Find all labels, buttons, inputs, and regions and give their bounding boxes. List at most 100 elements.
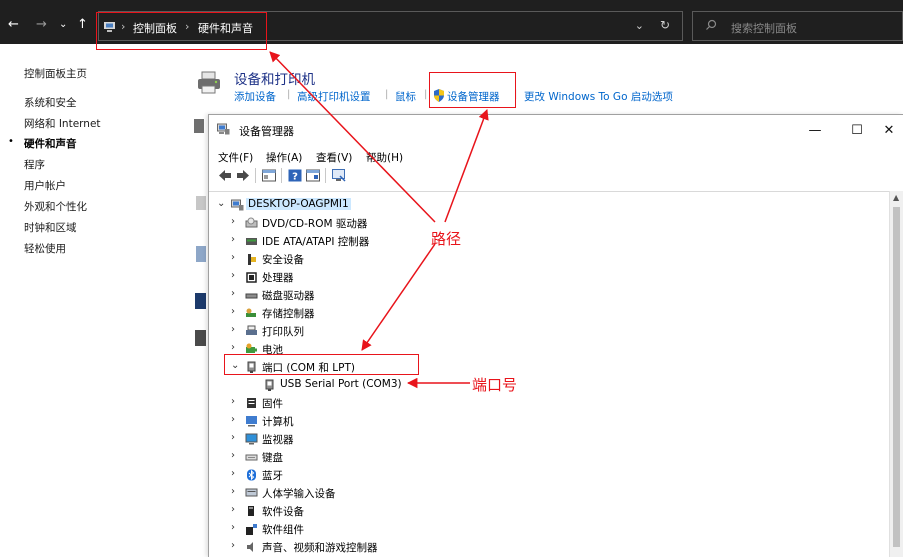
keyboard-icon	[245, 454, 258, 461]
expand-chevron-down-icon[interactable]: ⌄	[217, 198, 227, 209]
forward-arrow-icon[interactable]	[235, 168, 251, 183]
tree-category[interactable]: › 监视器	[231, 430, 869, 448]
nav-user-accounts[interactable]: 用户帐户	[24, 178, 66, 193]
add-device-link[interactable]: 添加设备	[234, 89, 276, 104]
expand-chevron-right-icon[interactable]: ›	[231, 486, 241, 497]
firmware-icon	[247, 398, 256, 408]
expand-chevron-right-icon[interactable]: ›	[231, 396, 241, 407]
nav-hardware-sound[interactable]: 硬件和声音	[24, 136, 77, 151]
expand-chevron-right-icon[interactable]: ›	[231, 414, 241, 425]
tree-category[interactable]: › IDE ATA/ATAPI 控制器	[231, 232, 869, 250]
expand-chevron-right-icon[interactable]: ›	[231, 450, 241, 461]
scan-hardware-icon[interactable]	[331, 168, 347, 183]
scrollbar-thumb[interactable]	[893, 207, 900, 547]
nav-programs[interactable]: 程序	[24, 157, 45, 172]
expand-chevron-right-icon[interactable]: ›	[231, 504, 241, 515]
scroll-up-icon[interactable]: ▲	[893, 193, 899, 202]
tree-category[interactable]: › 计算机	[231, 412, 869, 430]
toolbar: ?	[209, 165, 903, 187]
refresh-button[interactable]: ↻	[660, 18, 670, 32]
search-icon	[706, 19, 717, 30]
tree-root-computer[interactable]: ⌄ DESKTOP-OAGPMI1	[217, 196, 869, 214]
recent-locations-button[interactable]: ⌄	[59, 18, 67, 32]
expand-chevron-right-icon[interactable]: ›	[231, 324, 241, 335]
expand-chevron-right-icon[interactable]: ›	[231, 270, 241, 281]
annotation-box-device-manager-link	[429, 72, 516, 108]
windows-to-go-link[interactable]: 更改 Windows To Go 启动选项	[524, 89, 673, 104]
vertical-scrollbar[interactable]: ▲	[889, 191, 903, 557]
section-icon-partial	[195, 293, 206, 309]
expand-chevron-right-icon[interactable]: ›	[231, 234, 241, 245]
tree-item-label: 监视器	[262, 434, 294, 446]
maximize-button[interactable]: ☐	[835, 118, 879, 144]
expand-chevron-right-icon[interactable]: ›	[231, 540, 241, 551]
devices-printers-title[interactable]: 设备和打印机	[234, 68, 315, 88]
tree-item-label: IDE ATA/ATAPI 控制器	[262, 236, 370, 248]
toolbar-separator	[281, 168, 282, 183]
tree-category[interactable]: › 固件	[231, 394, 869, 412]
nav-network-internet[interactable]: 网络和 Internet	[24, 116, 101, 131]
mouse-link[interactable]: 鼠标	[395, 89, 416, 104]
tree-category[interactable]: › 磁盘驱动器	[231, 286, 869, 304]
link-separator: |	[424, 89, 428, 100]
nav-system-security[interactable]: 系统和安全	[24, 95, 77, 110]
expand-chevron-right-icon[interactable]: ›	[231, 468, 241, 479]
tree-category[interactable]: › 软件组件	[231, 520, 869, 538]
properties-icon[interactable]	[305, 168, 321, 183]
annotation-box-ports	[224, 354, 419, 375]
tree-category[interactable]: › DVD/CD-ROM 驱动器	[231, 214, 869, 232]
device-manager-title: 设备管理器	[239, 125, 294, 138]
tree-category[interactable]: › 存储控制器	[231, 304, 869, 322]
port-icon	[265, 379, 274, 391]
forward-button[interactable]: →	[36, 18, 47, 32]
expand-chevron-right-icon[interactable]: ›	[231, 342, 241, 353]
expand-chevron-right-icon[interactable]: ›	[231, 522, 241, 533]
minimize-button[interactable]: —	[793, 118, 837, 144]
tree-category[interactable]: › 安全设备	[231, 250, 869, 268]
tree-item-label: 声音、视频和游戏控制器	[262, 542, 378, 554]
tree-item-label: DVD/CD-ROM 驱动器	[262, 218, 368, 230]
nav-control-panel-home[interactable]: 控制面板主页	[24, 66, 87, 81]
tree-category[interactable]: › 打印队列	[231, 322, 869, 340]
menu-action[interactable]: 操作(A)	[266, 150, 302, 165]
expand-chevron-right-icon[interactable]: ›	[231, 432, 241, 443]
back-button[interactable]: ←	[8, 18, 19, 32]
computer-icon	[246, 416, 257, 427]
tree-item-label: 磁盘驱动器	[262, 290, 315, 302]
menu-view[interactable]: 查看(V)	[316, 150, 352, 165]
tree-item-label: 安全设备	[262, 254, 304, 266]
tree-item-label: 人体学输入设备	[262, 488, 336, 500]
back-arrow-icon[interactable]	[217, 168, 233, 183]
tree-category[interactable]: › 蓝牙	[231, 466, 869, 484]
tree-item-com-port[interactable]: USB Serial Port (COM3)	[249, 376, 869, 394]
menu-help[interactable]: 帮助(H)	[366, 150, 403, 165]
tree-category[interactable]: › 声音、视频和游戏控制器	[231, 538, 869, 556]
link-separator: |	[287, 89, 291, 100]
nav-ease-of-access[interactable]: 轻松使用	[24, 241, 66, 256]
up-button[interactable]: ↑	[77, 18, 88, 32]
help-icon[interactable]: ?	[287, 168, 303, 183]
annotation-port-label: 端口号	[472, 376, 518, 394]
link-separator: |	[385, 89, 389, 100]
tree-item-label: 软件设备	[262, 506, 304, 518]
search-input[interactable]: 搜索控制面板	[692, 11, 903, 41]
nav-clock-region[interactable]: 时钟和区域	[24, 220, 77, 235]
show-hide-console-tree-icon[interactable]	[261, 168, 277, 183]
close-button[interactable]: ✕	[874, 118, 903, 144]
expand-chevron-right-icon[interactable]: ›	[231, 306, 241, 317]
expand-chevron-right-icon[interactable]: ›	[231, 288, 241, 299]
address-dropdown-button[interactable]: ⌄	[635, 19, 644, 32]
advanced-printer-settings-link[interactable]: 高级打印机设置	[297, 89, 371, 104]
tree-item-label: DESKTOP-OAGPMI1	[246, 198, 351, 210]
menu-file[interactable]: 文件(F)	[218, 150, 253, 165]
nav-appearance[interactable]: 外观和个性化	[24, 199, 87, 214]
tree-category[interactable]: › 软件设备	[231, 502, 869, 520]
tree-category[interactable]: › 处理器	[231, 268, 869, 286]
expand-chevron-right-icon[interactable]: ›	[231, 252, 241, 263]
tree-category[interactable]: › 人体学输入设备	[231, 484, 869, 502]
tree-item-label: 打印队列	[262, 326, 304, 338]
tree-category[interactable]: › 键盘	[231, 448, 869, 466]
expand-chevron-right-icon[interactable]: ›	[231, 216, 241, 227]
tree-item-label: 计算机	[262, 416, 294, 428]
tree-item-label: 处理器	[262, 272, 294, 284]
